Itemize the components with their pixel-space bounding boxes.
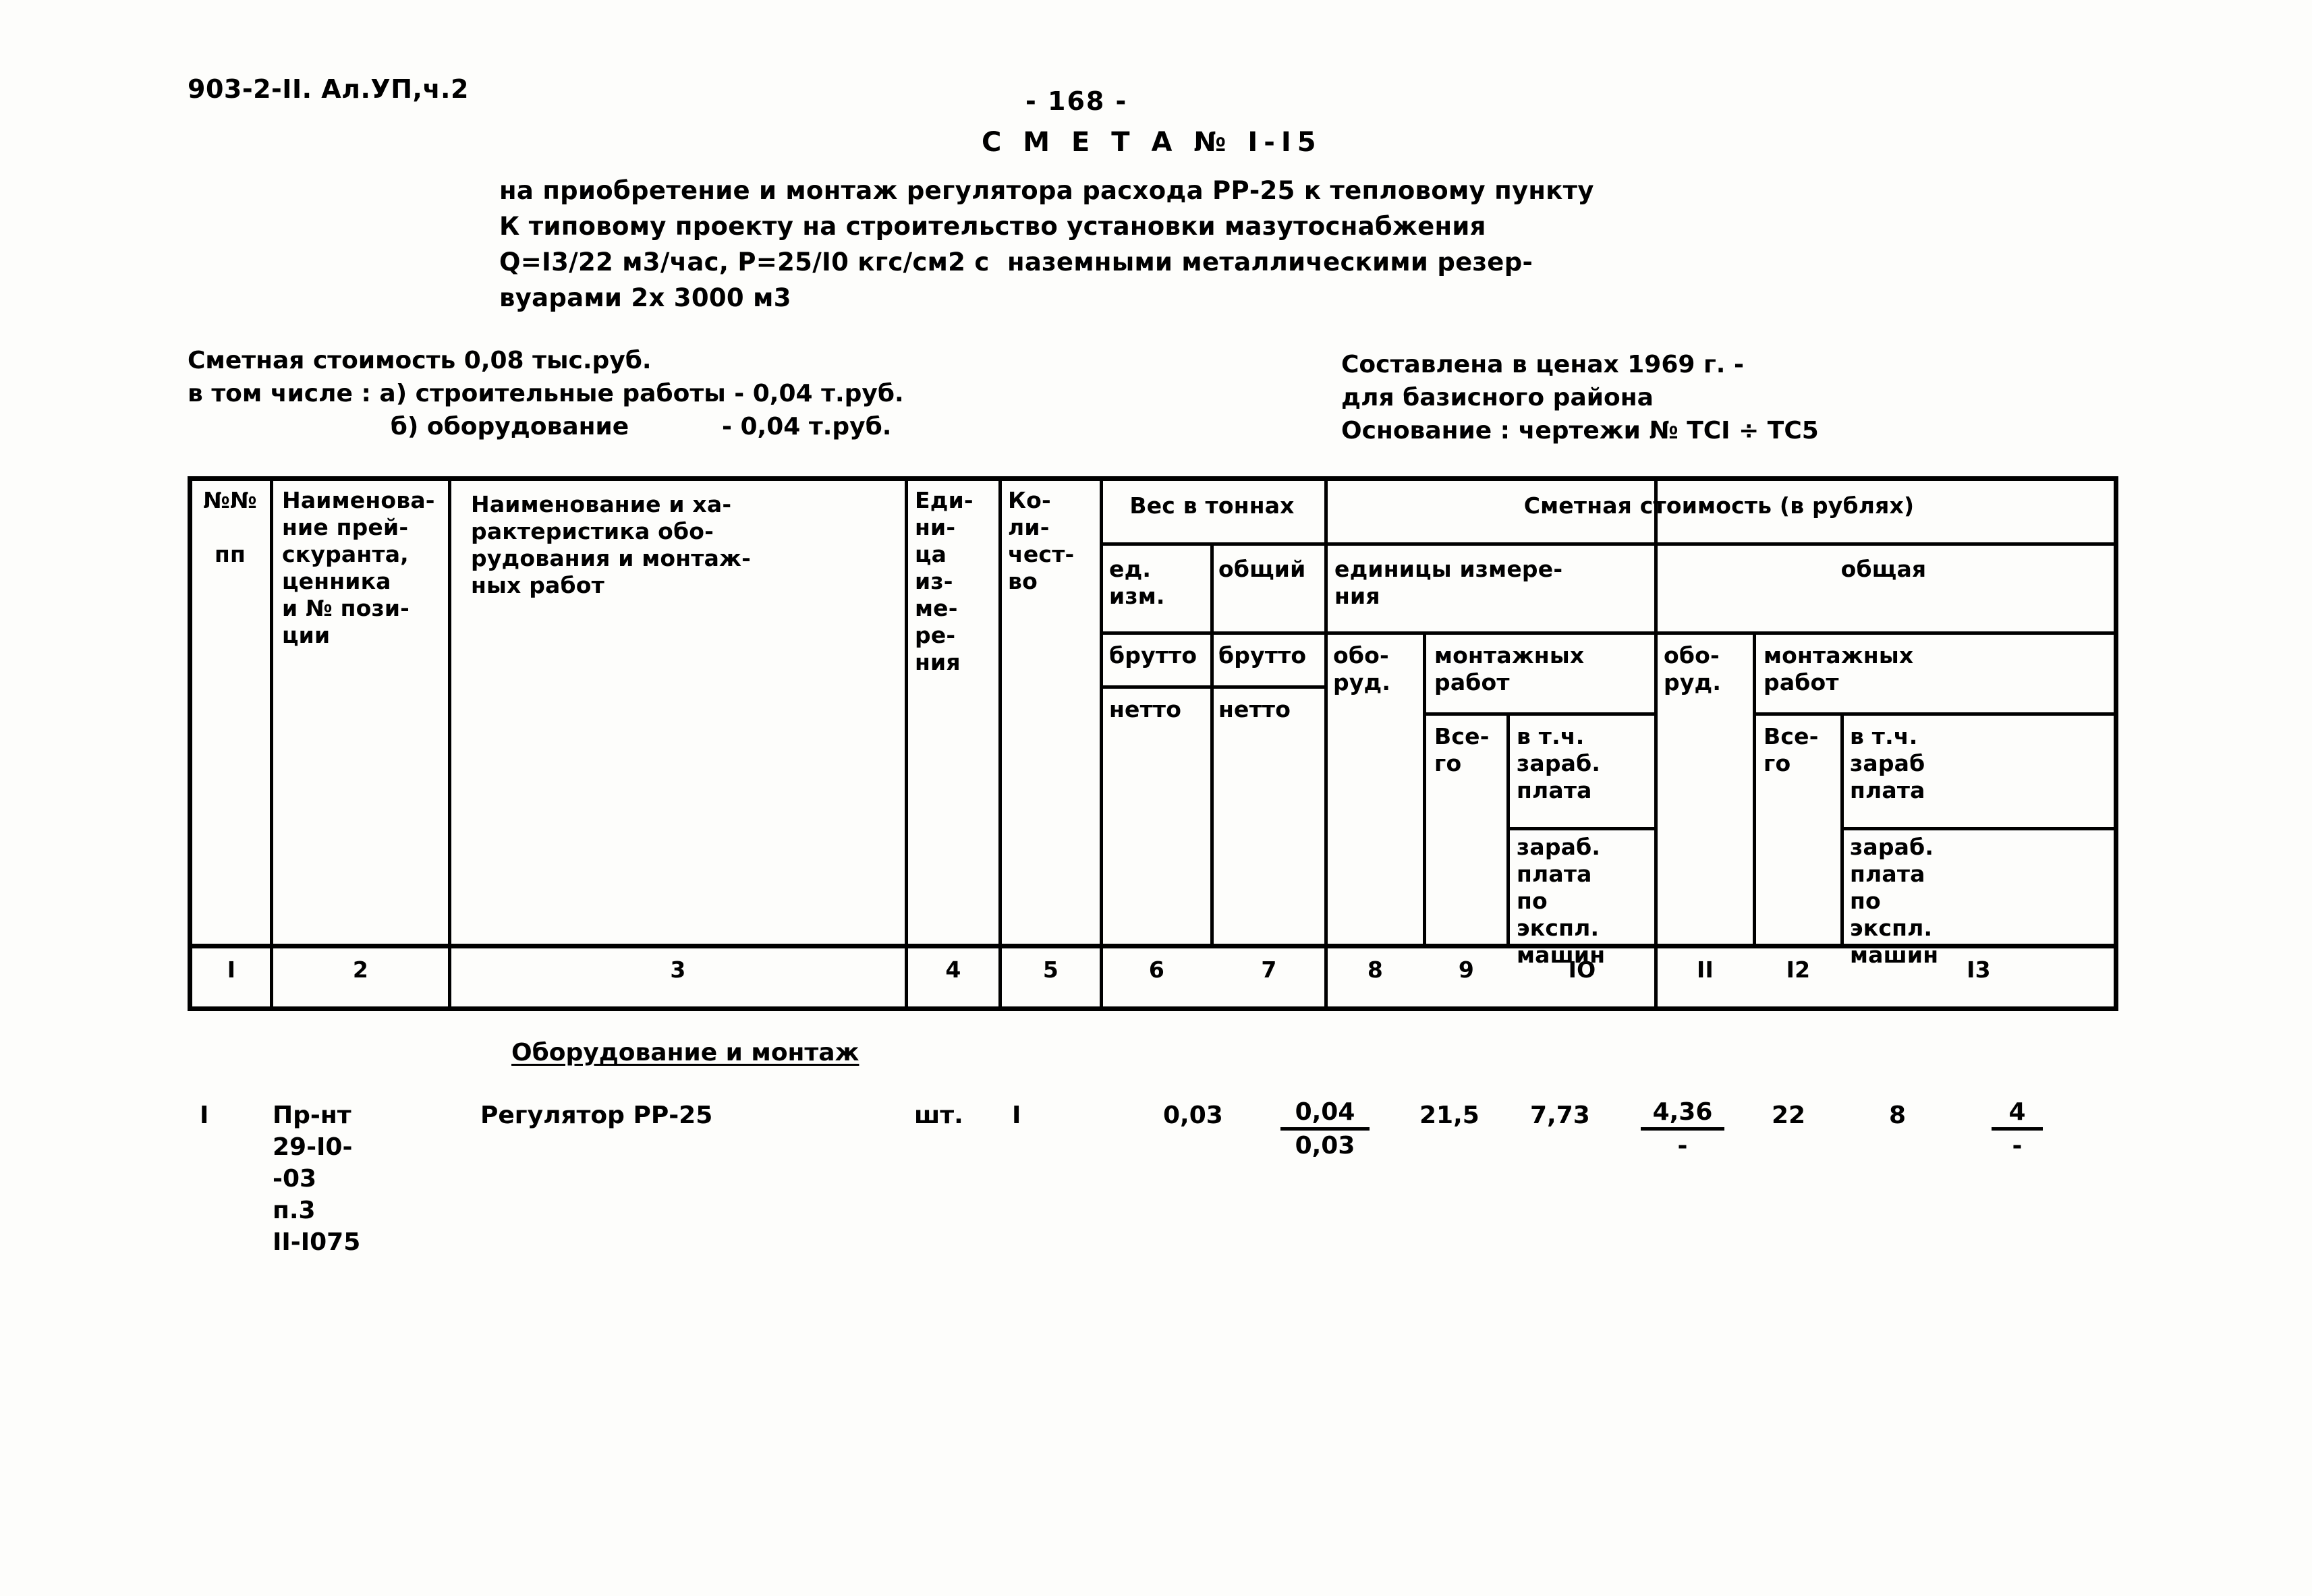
header-machine-wage-total: зараб. плата по экспл. машин (1850, 834, 1939, 968)
row-cost-install-total-unit: 7,73 (1530, 1102, 1590, 1129)
header-col-2: Наименова- ние прей- скуранта, ценника и… (282, 487, 435, 648)
weight-unit-row-sep (1100, 631, 1324, 635)
col-sep-6-7 (1210, 542, 1214, 944)
fraction-rule (1641, 1127, 1724, 1131)
table-colnum-bottom-border (188, 1006, 2118, 1011)
row-cost-install-total: 8 (1889, 1102, 1907, 1129)
colnum-8: 8 (1367, 957, 1384, 983)
row-cost-install-wage-unit-fraction: 4,36 - (1641, 1098, 1724, 1160)
row-cost-install-machine-total: - (2012, 1132, 2023, 1160)
brutto-netto-rule-6 (1100, 685, 1210, 689)
basis-drawings-note: Основание : чертежи № ТСI ÷ ТС5 (1341, 417, 1819, 445)
fraction-rule (1280, 1127, 1370, 1131)
col-sep-11-12 (1753, 631, 1756, 944)
brutto-netto-rule-7 (1210, 685, 1324, 689)
header-equip-total: обо- руд. (1664, 642, 1722, 695)
colnum-11: II (1697, 957, 1714, 983)
page-number: - 168 - (1025, 86, 1128, 116)
header-install-per-unit: монтажных работ (1434, 642, 1585, 695)
colnum-12: I2 (1786, 957, 1811, 983)
row-unit: шт. (914, 1102, 963, 1129)
table-top-border (188, 476, 2118, 481)
header-brutto-total: брутто (1218, 642, 1307, 668)
row-cost-equipment-unit: 21,5 (1419, 1102, 1479, 1129)
table-right-border (2114, 476, 2118, 1006)
install-works-underline-units (1423, 712, 1654, 716)
install-works-underline-total (1753, 712, 2114, 716)
table-left-border (188, 476, 192, 1006)
header-incl-wage-total: в т.ч. зараб плата (1850, 723, 1925, 803)
header-col-1: №№ пп (203, 487, 257, 567)
row-price-list-ref: Пр-нт 29-I0- -03 п.3 II-I075 (273, 1102, 361, 1256)
page-title: С М Е Т А № I-I5 (982, 127, 1322, 158)
estimate-cost-equipment: б) оборудование - 0,04 т.руб. (188, 413, 892, 440)
colnum-10: IO (1568, 957, 1596, 983)
wage-rule-total (1840, 827, 2114, 830)
header-equip-per-unit: обо- руд. (1333, 642, 1391, 695)
description-line-3: Q=I3/22 м3/час, Р=25/I0 кгс/см2 с наземн… (499, 248, 1533, 277)
fraction-rule (1992, 1127, 2043, 1131)
colnum-1: I (227, 957, 236, 983)
col-sep-5-6 (1100, 476, 1103, 1006)
row-cost-install-wage-unit: 4,36 (1652, 1098, 1713, 1126)
header-cost-per-unit: единицы измере- ния (1334, 556, 1563, 609)
prices-year-note: Составлена в ценах 1969 г. - (1341, 351, 1744, 378)
header-install-total: монтажных работ (1764, 642, 1914, 695)
header-weight-group: Вес в тоннах (1129, 492, 1295, 519)
row-weight-total-fraction: 0,04 0,03 (1280, 1098, 1370, 1160)
colnum-13: I3 (1967, 957, 1991, 983)
row-quantity: I (1012, 1102, 1021, 1129)
estimate-table: №№ пп Наименова- ние прей- скуранта, цен… (188, 476, 2118, 1011)
colnum-3: 3 (670, 957, 686, 983)
description-line-4: вуарами 2х 3000 м3 (499, 283, 791, 312)
row-number: I (200, 1102, 209, 1129)
colnum-2: 2 (352, 957, 369, 983)
description-line-1: на приобретение и монтаж регулятора расх… (499, 176, 1594, 205)
row-cost-install-machine-unit: - (1677, 1132, 1688, 1160)
base-region-note: для базисного района (1341, 384, 1654, 411)
header-incl-wage-units: в т.ч. зараб. плата (1517, 723, 1601, 803)
estimate-cost-total: Сметная стоимость 0,08 тыс.руб. (188, 347, 652, 374)
colnum-5: 5 (1042, 957, 1059, 983)
header-total-units: Все- го (1434, 723, 1490, 776)
estimate-cost-construction: в том числе : а) строительные работы - 0… (188, 380, 904, 407)
header-netto-unit: нетто (1109, 696, 1182, 722)
header-total-total: Все- го (1764, 723, 1819, 776)
cost-group-underline (1324, 542, 2114, 546)
col-sep-2-3 (448, 476, 451, 1006)
wage-rule-units (1506, 827, 1654, 830)
col-sep-4-5 (998, 476, 1002, 1006)
row-weight-total-brutto: 0,04 (1295, 1098, 1355, 1126)
row-cost-equipment-total: 22 (1772, 1102, 1806, 1129)
row-cost-install-wage-total: 4 (2008, 1098, 2026, 1126)
header-brutto-unit: брутто (1109, 642, 1197, 668)
header-weight-total: общий (1218, 556, 1306, 582)
row-weight-unit-brutto: 0,03 (1163, 1102, 1223, 1129)
document-code: 903-2-II. Ал.УП,ч.2 (188, 74, 469, 104)
row-cost-install-wage-total-fraction: 4 - (1992, 1098, 2043, 1160)
col-sep-8-9 (1423, 631, 1426, 944)
header-cost-total: общая (1840, 556, 1927, 582)
table-header-bottom-border (188, 944, 2118, 948)
col-sep-1-2 (270, 476, 273, 1006)
header-cost-group: Сметная стоимость (в рублях) (1523, 492, 1915, 519)
document-page: 903-2-II. Ал.УП,ч.2 - 168 - С М Е Т А № … (0, 0, 2312, 1596)
colnum-6: 6 (1148, 957, 1165, 983)
header-col-4: Еди- ни- ца из- ме- ре- ния (915, 487, 974, 675)
cost-subgroup-sep (1324, 631, 2114, 635)
colnum-4: 4 (945, 957, 961, 983)
section-title-equipment-and-installation: Оборудование и монтаж (511, 1039, 859, 1066)
header-col-3: Наименование и ха- рактеристика обо- руд… (471, 491, 751, 598)
header-col-5: Ко- ли- чест- во (1008, 487, 1075, 594)
row-weight-total-netto: 0,03 (1295, 1132, 1355, 1160)
header-machine-wage-units: зараб. плата по экспл. машин (1517, 834, 1606, 968)
colnum-9: 9 (1458, 957, 1475, 983)
row-equipment-name: Регулятор РР-25 (480, 1102, 713, 1129)
col-sep-3-4 (905, 476, 908, 1006)
description-line-2: К типовому проекту на строительство уста… (499, 212, 1486, 241)
header-netto-total: нетто (1218, 696, 1291, 722)
header-weight-unit: ед. изм. (1109, 556, 1165, 609)
colnum-7: 7 (1261, 957, 1277, 983)
